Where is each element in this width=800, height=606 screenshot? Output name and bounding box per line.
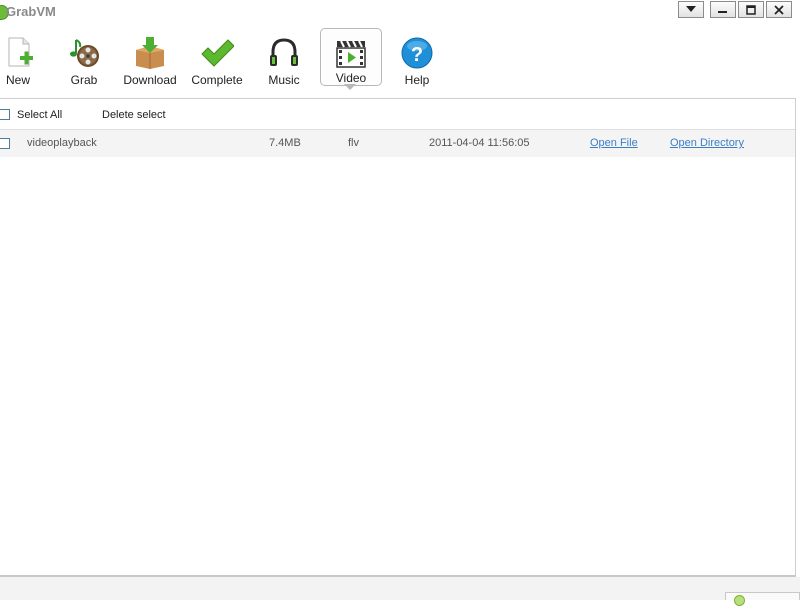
headphones-icon (270, 38, 298, 66)
video-button[interactable]: Video (320, 28, 382, 86)
active-tab-pointer (344, 84, 356, 90)
new-document-icon (8, 37, 33, 67)
open-directory-link[interactable]: Open Directory (670, 137, 744, 149)
file-size: 7.4MB (269, 137, 301, 149)
help-icon: ? (401, 37, 433, 69)
checkmark-icon (201, 39, 234, 67)
action-bar: Select All Delete select (0, 99, 795, 129)
maximize-icon (746, 4, 756, 15)
file-format: flv (348, 137, 359, 149)
new-button-label: New (5, 73, 30, 87)
download-button[interactable]: Download (119, 28, 181, 90)
file-name: videoplayback (27, 137, 97, 149)
file-list (0, 157, 795, 575)
download-box-icon (136, 37, 164, 69)
close-icon (774, 4, 784, 15)
grab-button-label: Grab (70, 73, 98, 87)
list-right-border (795, 98, 796, 576)
menu-dropdown-button[interactable] (678, 1, 704, 18)
grab-button[interactable]: Grab (53, 28, 115, 90)
status-bar (0, 577, 800, 600)
select-all-label[interactable]: Select All (17, 109, 62, 121)
open-file-link[interactable]: Open File (590, 137, 638, 149)
status-indicator-icon (734, 595, 745, 606)
complete-button-label: Complete (191, 73, 243, 87)
new-button[interactable]: New (0, 28, 49, 90)
help-button-label: Help (404, 73, 430, 87)
table-row[interactable]: videoplayback 7.4MB flv 2011-04-04 11:56… (0, 130, 795, 157)
complete-button[interactable]: Complete (186, 28, 248, 90)
svg-text:?: ? (411, 44, 423, 66)
minimize-icon (718, 10, 727, 13)
close-button[interactable] (766, 1, 792, 18)
triangle-down-icon (686, 6, 696, 12)
main-toolbar: New Grab Download Complete Music Video ?… (0, 24, 800, 98)
music-button-label: Music (268, 73, 300, 87)
help-button[interactable]: ? Help (386, 28, 448, 90)
minimize-button[interactable] (710, 1, 736, 18)
delete-select-button[interactable]: Delete select (102, 109, 166, 121)
maximize-button[interactable] (738, 1, 764, 18)
select-all-checkbox[interactable] (0, 109, 10, 120)
download-button-label: Download (123, 73, 177, 87)
file-date: 2011-04-04 11:56:05 (429, 137, 530, 149)
music-button[interactable]: Music (253, 28, 315, 90)
video-button-label: Video (335, 71, 367, 85)
row-checkbox[interactable] (0, 138, 10, 149)
grab-music-film-icon (70, 39, 99, 67)
clapperboard-icon (336, 40, 366, 68)
window-title: GrabVM (6, 4, 56, 19)
